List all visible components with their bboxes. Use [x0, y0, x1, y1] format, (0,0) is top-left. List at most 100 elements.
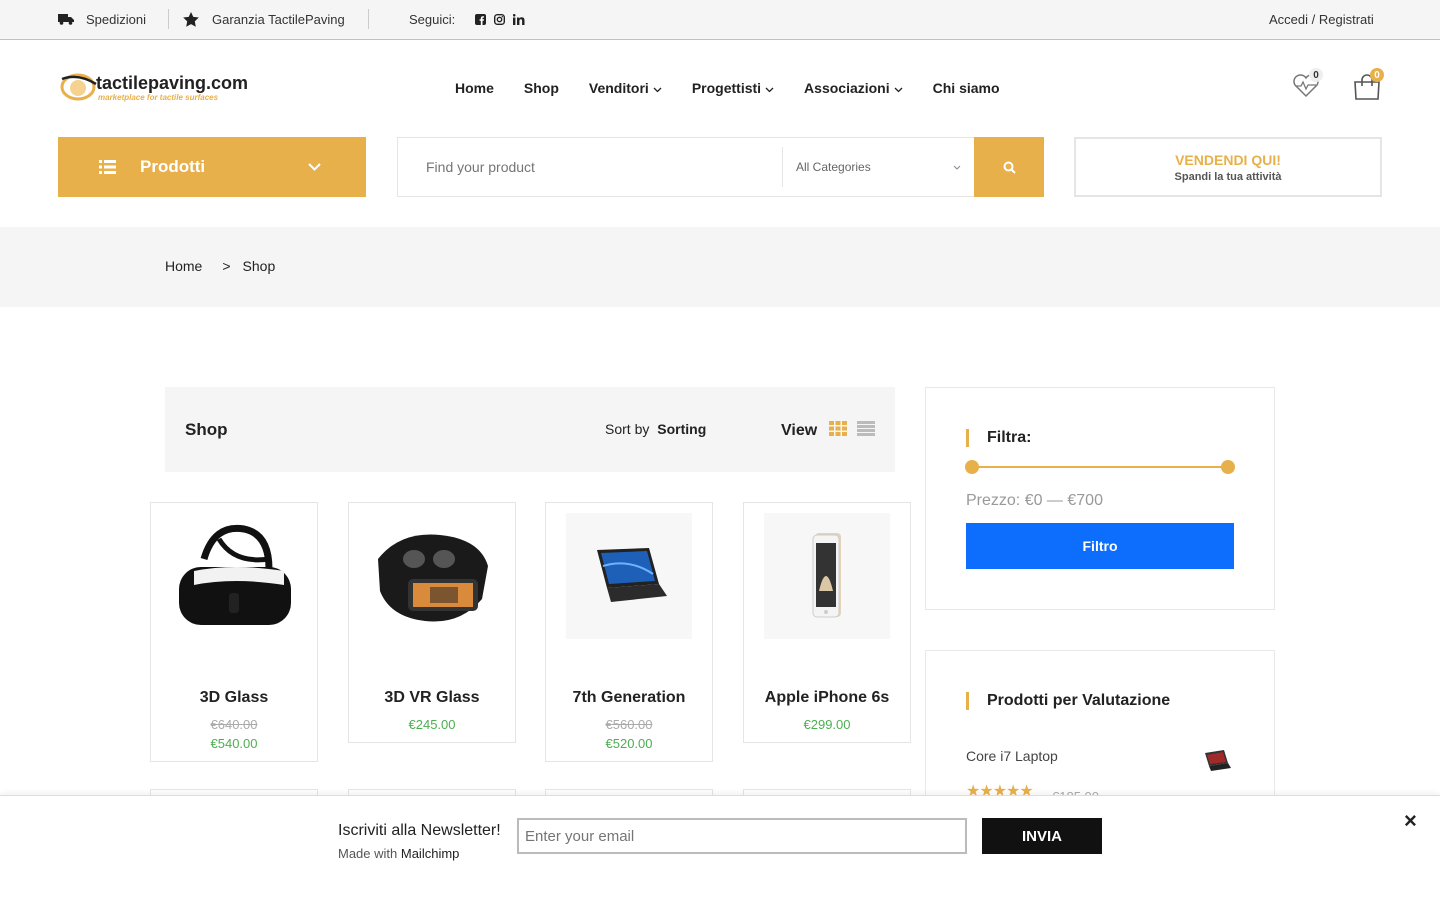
- search-input[interactable]: [398, 138, 782, 196]
- product-card[interactable]: 3D Glass €640.00 €540.00: [150, 502, 318, 762]
- nav-venditori[interactable]: Venditori: [589, 80, 662, 96]
- login-label: Accedi / Registrati: [1269, 11, 1374, 27]
- vr-glass-image: [378, 534, 488, 622]
- social-links: [475, 13, 525, 25]
- shop-title: Shop: [185, 420, 228, 439]
- nav-venditori-label: Venditori: [588, 80, 649, 96]
- list-view-icon[interactable]: [857, 421, 875, 436]
- instagram-icon[interactable]: [494, 13, 506, 25]
- nav-home[interactable]: Home: [455, 80, 494, 96]
- product-price: €299.00: [803, 717, 851, 732]
- nav-progettisti[interactable]: Progettisti: [692, 80, 774, 96]
- logo-text: tactilepaving.com: [96, 73, 249, 93]
- cart-count: 0: [1370, 68, 1384, 82]
- newsletter-credit: Made with Mailchimp: [338, 846, 459, 861]
- product-name[interactable]: 7th Generation: [546, 689, 712, 707]
- product-card[interactable]: 3D VR Glass €245.00: [348, 502, 516, 743]
- logo-tagline: marketplace for tactile surfaces: [98, 93, 219, 102]
- filter-title: Filtra:: [966, 429, 1031, 447]
- newsletter-bar: Iscriviti alla Newsletter! Made with Mai…: [0, 795, 1440, 900]
- shipping-link[interactable]: Spedizioni: [58, 0, 146, 38]
- sell-subtitle: Spandi la tua attività: [1174, 170, 1282, 183]
- made-with-label: Made with: [338, 846, 398, 861]
- breadcrumb-band: Home > Shop: [0, 227, 1440, 307]
- price-filter-widget: Filtra: Prezzo: €0 — €700 Filtro: [925, 387, 1275, 610]
- sort-label: Sort by: [605, 421, 650, 437]
- chevron-down-icon: [953, 165, 961, 170]
- rated-product-thumbnail[interactable]: [1202, 747, 1232, 773]
- product-name[interactable]: Apple iPhone 6s: [744, 689, 910, 707]
- sell-here-banner[interactable]: VENDENDI QUI! Spandi la tua attività: [1074, 137, 1382, 197]
- product-image[interactable]: [171, 513, 297, 639]
- sell-title: VENDENDI QUI!: [1175, 151, 1281, 168]
- wishlist-count: 0: [1309, 68, 1323, 82]
- truck-icon: [58, 14, 74, 25]
- guarantee-label: Garanzia TactilePaving: [212, 11, 345, 27]
- search-bar: All Categories: [397, 137, 1044, 197]
- mailchimp-link[interactable]: Mailchimp: [401, 846, 460, 861]
- breadcrumb-home[interactable]: Home: [165, 258, 202, 274]
- guarantee-link[interactable]: Garanzia TactilePaving: [183, 0, 345, 38]
- newsletter-submit-button[interactable]: INVIA: [982, 818, 1102, 854]
- facebook-icon[interactable]: [475, 13, 487, 25]
- vr-headset-image: [179, 524, 291, 625]
- product-name[interactable]: 3D VR Glass: [349, 689, 515, 707]
- cart-button[interactable]: 0: [1353, 68, 1384, 105]
- nav-chi-siamo[interactable]: Chi siamo: [933, 80, 1000, 96]
- category-select[interactable]: All Categories: [796, 160, 961, 174]
- price-range-slider[interactable]: [965, 460, 1235, 474]
- breadcrumb: Home > Shop: [165, 258, 275, 274]
- list-icon: [99, 160, 116, 174]
- star-icon: [183, 11, 199, 27]
- product-card[interactable]: Apple iPhone 6s €299.00: [743, 502, 911, 743]
- breadcrumb-current: Shop: [242, 258, 276, 274]
- product-image[interactable]: [566, 513, 692, 639]
- site-logo[interactable]: tactilepaving.com marketplace for tactil…: [60, 70, 260, 106]
- search-button[interactable]: [974, 137, 1044, 197]
- linkedin-icon[interactable]: [513, 13, 525, 25]
- close-icon[interactable]: ×: [1404, 808, 1417, 834]
- product-price: €540.00: [210, 736, 258, 751]
- wishlist-button[interactable]: 0: [1292, 68, 1323, 103]
- product-image[interactable]: [369, 513, 495, 639]
- product-price: €245.00: [408, 717, 456, 732]
- category-select-value: All Categories: [796, 160, 871, 174]
- breadcrumb-separator: >: [222, 258, 231, 274]
- grid-view-icon[interactable]: [829, 421, 847, 436]
- main-nav: Home Shop Venditori Progettisti Associaz…: [455, 80, 1000, 96]
- price-range-label: Prezzo: €0 — €700: [966, 492, 1103, 509]
- top-bar: Spedizioni Garanzia TactilePaving Seguic…: [0, 0, 1440, 40]
- product-old-price: €560.00: [605, 717, 653, 732]
- newsletter-title: Iscriviti alla Newsletter!: [338, 822, 501, 839]
- chevron-down-icon: [765, 87, 774, 93]
- top-rated-title: Prodotti per Valutazione: [966, 692, 1170, 710]
- shop-toolbar: Shop Sort by Sorting View: [165, 387, 895, 472]
- rated-product-name[interactable]: Core i7 Laptop: [966, 748, 1058, 764]
- product-categories-button[interactable]: Prodotti: [58, 137, 366, 197]
- newsletter-email-input[interactable]: [517, 818, 967, 854]
- filter-button[interactable]: Filtro: [966, 523, 1234, 569]
- categories-label: Prodotti: [140, 157, 206, 176]
- view-label: View: [781, 422, 818, 439]
- range-min-handle[interactable]: [965, 460, 979, 474]
- product-card[interactable]: 7th Generation €560.00 €520.00: [545, 502, 713, 762]
- product-name[interactable]: 3D Glass: [151, 689, 317, 707]
- product-image[interactable]: [764, 513, 890, 639]
- nav-associazioni[interactable]: Associazioni: [804, 80, 903, 96]
- divider: [368, 9, 369, 29]
- chevron-down-icon: [894, 87, 903, 93]
- view-control: View: [781, 422, 817, 440]
- product-price: €520.00: [605, 736, 653, 751]
- sort-value: Sorting: [657, 421, 707, 437]
- search-icon: [1003, 161, 1016, 174]
- sort-control[interactable]: Sort by Sorting: [605, 421, 706, 437]
- chevron-down-icon: [308, 163, 321, 171]
- range-max-handle[interactable]: [1221, 460, 1235, 474]
- login-register-link[interactable]: Accedi / Registrati: [1269, 0, 1374, 38]
- product-old-price: €640.00: [210, 717, 258, 732]
- iphone-image: [812, 533, 841, 618]
- shipping-label: Spedizioni: [86, 11, 146, 27]
- follow-label: Seguici:: [409, 11, 456, 27]
- nav-shop[interactable]: Shop: [524, 80, 559, 96]
- top-rated-widget: Prodotti per Valutazione Core i7 Laptop …: [925, 650, 1275, 810]
